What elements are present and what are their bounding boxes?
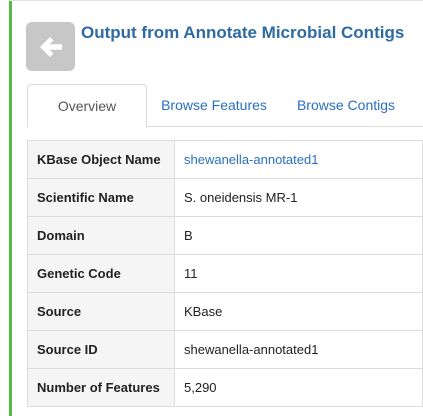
row-value: shewanella-annotated1: [174, 140, 423, 179]
panel-top-border: [9, 0, 423, 1]
row-label: Domain: [27, 216, 175, 255]
row-value: S. oneidensis MR-1: [174, 178, 423, 217]
row-label: Source: [27, 292, 175, 331]
table-row: Source KBase: [27, 292, 423, 331]
table-row: Genetic Code 11: [27, 254, 423, 293]
row-value: B: [174, 216, 423, 255]
row-value: shewanella-annotated1: [174, 330, 423, 369]
table-row: Domain B: [27, 216, 423, 255]
object-name-link[interactable]: shewanella-annotated1: [184, 152, 318, 167]
row-value: 5,290: [174, 368, 423, 407]
row-label: Scientific Name: [27, 178, 175, 217]
back-button[interactable]: [26, 22, 75, 71]
row-label: Number of Features: [27, 368, 175, 407]
arrow-left-icon: [39, 36, 62, 57]
row-label: KBase Object Name: [27, 140, 175, 179]
row-value: KBase: [174, 292, 423, 331]
table-row: Scientific Name S. oneidensis MR-1: [27, 178, 423, 217]
output-panel: Output from Annotate Microbial Contigs O…: [0, 0, 423, 416]
row-label: Source ID: [27, 330, 175, 369]
tab-browse-contigs[interactable]: Browse Contigs: [285, 84, 407, 126]
tab-overview[interactable]: Overview: [27, 84, 147, 128]
row-value: 11: [174, 254, 423, 293]
object-info-table: KBase Object Name shewanella-annotated1 …: [27, 140, 423, 407]
status-accent-bar: [9, 0, 12, 416]
tab-bar: Overview Browse Features Browse Contigs: [27, 84, 423, 128]
page-title: Output from Annotate Microbial Contigs: [81, 23, 405, 42]
table-row: Number of Features 5,290: [27, 368, 423, 407]
table-row: Source ID shewanella-annotated1: [27, 330, 423, 369]
table-row: KBase Object Name shewanella-annotated1: [27, 140, 423, 179]
row-label: Genetic Code: [27, 254, 175, 293]
tab-browse-features[interactable]: Browse Features: [151, 84, 277, 126]
